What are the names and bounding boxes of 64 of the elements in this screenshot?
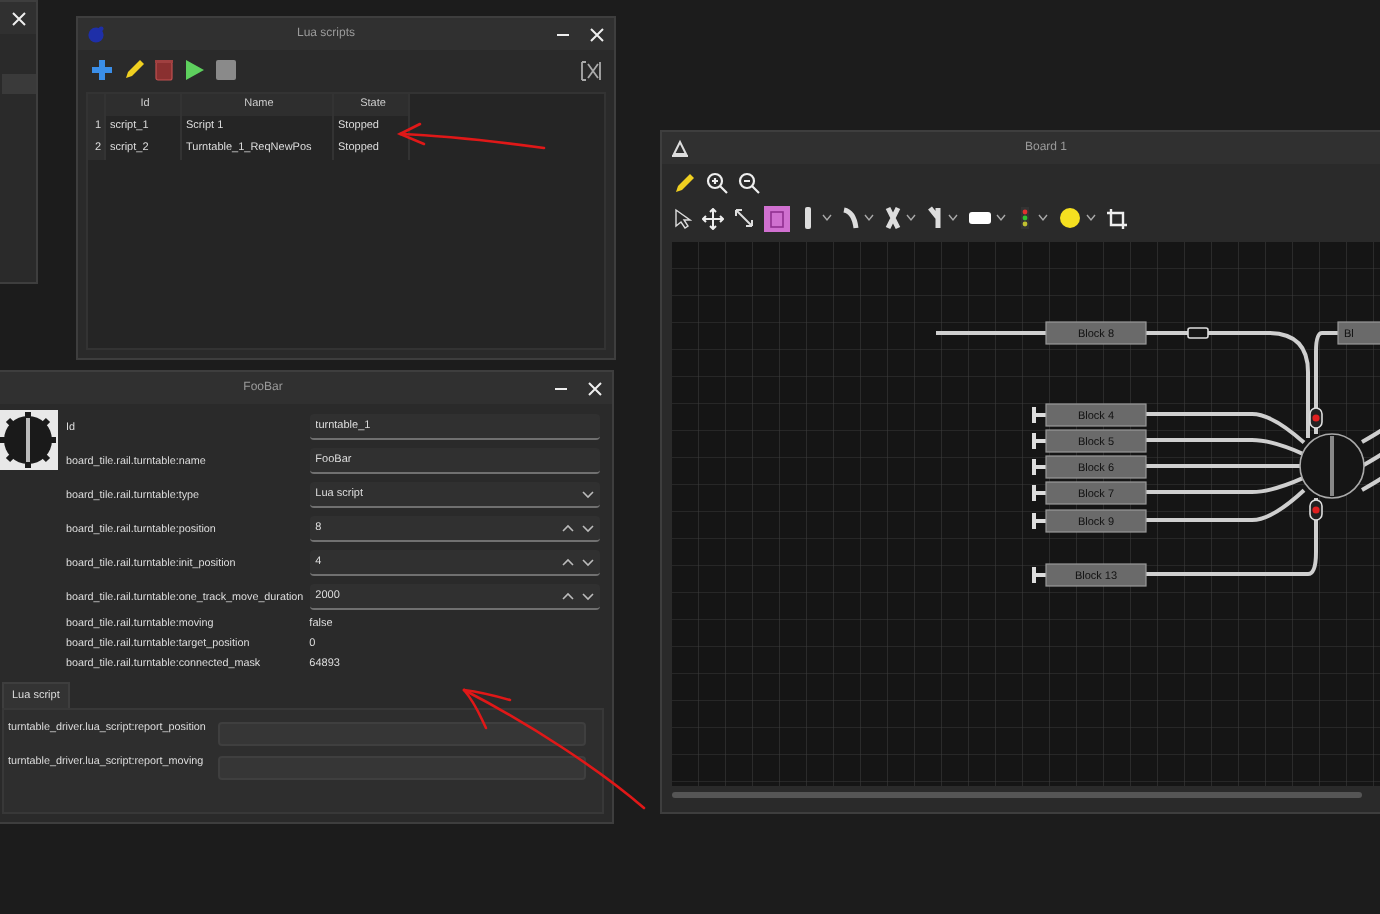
chevron-up-icon[interactable]: [562, 557, 574, 567]
pencil-icon[interactable]: [674, 171, 696, 193]
app-icon: [670, 138, 690, 158]
moon-icon: [86, 24, 106, 44]
close-icon[interactable]: [590, 27, 604, 41]
block-tile[interactable]: [1337, 321, 1380, 345]
signal-icon[interactable]: [1016, 206, 1034, 230]
buffer-stop-icon: [1032, 459, 1046, 475]
block-icon[interactable]: [968, 206, 992, 230]
block-tile[interactable]: [1045, 481, 1147, 505]
caret-icon[interactable]: [864, 214, 874, 222]
track-line: [1361, 428, 1380, 444]
caret-icon[interactable]: [1038, 214, 1048, 222]
input-field[interactable]: [217, 722, 586, 746]
move-icon[interactable]: [702, 207, 724, 229]
block-tile[interactable]: [1045, 509, 1147, 533]
track-element-icon: [1187, 327, 1209, 339]
stop-icon[interactable]: [214, 58, 238, 82]
buffer-stop-icon: [1032, 513, 1046, 529]
caret-icon[interactable]: [906, 214, 916, 222]
buffer-stop-icon: [1032, 567, 1046, 583]
track-line: [936, 331, 1046, 335]
caret-icon[interactable]: [1086, 214, 1096, 222]
buffer-stop-icon: [1032, 433, 1046, 449]
play-icon[interactable]: [182, 58, 206, 82]
buffer-stop-icon: [1032, 485, 1046, 501]
chevron-down-icon[interactable]: [582, 523, 594, 533]
track-line: [1361, 476, 1380, 492]
chevron-down-icon: [582, 489, 594, 499]
turntable-icon: [0, 410, 58, 470]
chevron-down-icon[interactable]: [582, 591, 594, 601]
track-line: [1314, 331, 1338, 434]
add-icon[interactable]: [90, 58, 114, 82]
chevron-up-icon[interactable]: [562, 523, 574, 533]
block-tile[interactable]: [1045, 563, 1147, 587]
crop-icon[interactable]: [1106, 207, 1128, 229]
close-icon[interactable]: [588, 381, 602, 395]
track-line: [1361, 452, 1380, 468]
block-tile[interactable]: [1045, 403, 1147, 427]
block-tile[interactable]: [1045, 321, 1147, 345]
block-tile[interactable]: [1045, 429, 1147, 453]
curved-track-icon[interactable]: [842, 206, 860, 230]
sensor-icon[interactable]: [1058, 206, 1082, 230]
signal-icon: [1309, 407, 1323, 429]
crossing-track-icon[interactable]: [884, 206, 902, 230]
signal-icon: [1309, 499, 1323, 521]
chevron-down-icon[interactable]: [582, 557, 594, 567]
caret-icon[interactable]: [822, 214, 832, 222]
turntable-drawing: [1299, 433, 1365, 499]
caret-icon[interactable]: [948, 214, 958, 222]
chevron-up-icon[interactable]: [562, 591, 574, 601]
caret-icon[interactable]: [996, 214, 1006, 222]
bracket-x-icon[interactable]: [580, 59, 602, 81]
zoom-in-icon[interactable]: [706, 171, 728, 193]
turnout-icon[interactable]: [926, 206, 944, 230]
pencil-icon[interactable]: [122, 58, 146, 82]
pointer-icon[interactable]: [674, 207, 692, 229]
block-tile[interactable]: [1045, 455, 1147, 479]
resize-icon[interactable]: [734, 208, 754, 228]
zoom-out-icon[interactable]: [738, 171, 760, 193]
buffer-stop-icon: [1032, 407, 1046, 423]
scrollbar[interactable]: [672, 792, 1362, 798]
input-field[interactable]: [217, 756, 586, 780]
close-icon[interactable]: [12, 11, 26, 25]
